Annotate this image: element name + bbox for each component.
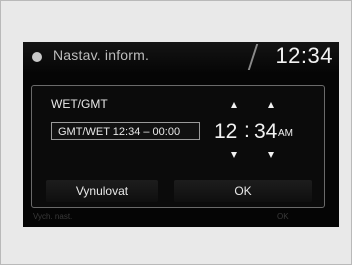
hour-value: 12 <box>214 120 238 143</box>
time-separator: : <box>244 119 250 142</box>
settings-dot-icon <box>32 52 42 62</box>
minute-up-arrow-icon[interactable] <box>268 102 274 108</box>
header-divider <box>247 44 259 70</box>
hour-up-arrow-icon[interactable] <box>231 102 237 108</box>
timezone-field[interactable]: GMT/WET 12:34 – 00:00 <box>51 122 200 140</box>
period-value: AM <box>278 128 293 139</box>
reset-button[interactable]: Vynulovat <box>46 180 158 202</box>
header-bar: Nastav. inform. 12:34 <box>23 42 339 72</box>
header-title: Nastav. inform. <box>53 47 150 63</box>
timezone-label: WET/GMT <box>51 97 108 111</box>
illustration-frame: Nastav. inform. 12:34 Vych. nast. OK WET… <box>0 0 352 265</box>
ok-button[interactable]: OK <box>174 180 312 202</box>
header-clock: 12:34 <box>275 43 333 68</box>
timezone-dialog: WET/GMT GMT/WET 12:34 – 00:00 12 : 34 AM… <box>31 85 325 208</box>
background-hint-left: Vych. nast. <box>33 212 73 221</box>
minute-down-arrow-icon[interactable] <box>268 152 274 158</box>
background-hint-right: OK <box>277 212 289 221</box>
display-screen: Nastav. inform. 12:34 Vych. nast. OK WET… <box>23 42 339 227</box>
hour-down-arrow-icon[interactable] <box>231 152 237 158</box>
minute-value: 34 <box>254 120 278 143</box>
